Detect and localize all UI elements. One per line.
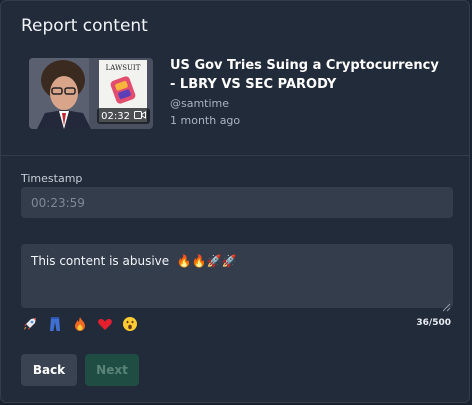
jeans-emoji-button[interactable] — [46, 315, 64, 333]
timestamp-input[interactable] — [21, 187, 453, 218]
report-reason-textarea[interactable] — [21, 244, 453, 308]
astonished-face-emoji-button[interactable] — [121, 315, 139, 333]
fire-icon — [75, 317, 85, 331]
divider — [1, 155, 469, 156]
video-title[interactable]: US Gov Tries Suing a Cryptocurrency - LB… — [170, 56, 440, 94]
back-button[interactable]: Back — [21, 354, 77, 386]
video-duration-badge: 02:32 — [97, 108, 150, 124]
video-camera-icon — [134, 110, 146, 122]
channel-name[interactable]: @samtime — [170, 97, 229, 110]
dialog-title: Report content — [21, 16, 148, 36]
rocket-emoji-button[interactable] — [21, 315, 39, 333]
emoji-picker-row — [21, 315, 139, 333]
timestamp-label: Timestamp — [21, 172, 83, 185]
next-button[interactable]: Next — [85, 354, 139, 386]
video-age: 1 month ago — [170, 114, 241, 127]
thumbnail-sign-text: LAWSUIT — [106, 64, 141, 72]
report-content-dialog: Report content LAWSUIT 02:32 US Gov Trie… — [0, 0, 470, 403]
jeans-icon — [50, 317, 60, 331]
heart-icon — [98, 319, 112, 330]
astonished-face-icon — [123, 317, 137, 331]
rocket-icon — [24, 318, 36, 330]
video-thumbnail[interactable]: LAWSUIT 02:32 — [29, 58, 153, 129]
resize-handle-icon[interactable] — [442, 297, 451, 312]
video-duration: 02:32 — [101, 110, 130, 122]
character-counter: 36/500 — [416, 318, 451, 328]
fire-emoji-button[interactable] — [71, 315, 89, 333]
heart-emoji-button[interactable] — [96, 315, 114, 333]
